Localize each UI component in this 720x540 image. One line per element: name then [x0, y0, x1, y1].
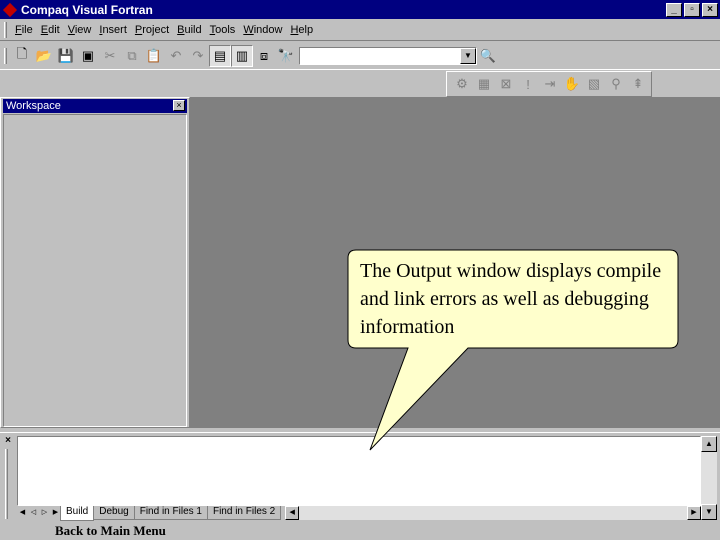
output-toggle-icon[interactable]: ▥: [231, 44, 253, 67]
find-combo[interactable]: ▼: [299, 46, 477, 65]
save-all-icon[interactable]: ▣: [77, 45, 99, 67]
workspace-body[interactable]: [3, 114, 187, 427]
paste-icon[interactable]: 📋: [143, 45, 165, 67]
find-icon[interactable]: 🔍: [477, 45, 499, 67]
tab-prev-icon[interactable]: ◁: [28, 506, 39, 520]
workspace-title: Workspace: [6, 100, 61, 112]
chevron-down-icon[interactable]: ▼: [460, 47, 476, 64]
find-in-files-icon[interactable]: 🔭: [275, 45, 297, 67]
tab-find-in-files-1[interactable]: Find in Files 1: [133, 506, 208, 520]
menu-edit[interactable]: Edit: [37, 24, 64, 36]
workspace-toggle-icon[interactable]: ▤: [209, 44, 231, 67]
standard-toolbar: 🗋 📂 💾 ▣ ✂ ⧉ 📋 ↶ ↷ ▤ ▥ ⧈ 🔭 ▼ 🔍: [0, 42, 720, 70]
workspace-pane: Workspace ×: [0, 97, 190, 428]
tab-first-icon[interactable]: ◀: [17, 506, 28, 520]
callout-text: The Output window displays compile and l…: [360, 260, 662, 338]
copy-icon[interactable]: ⧉: [121, 45, 143, 67]
toolbar-grip[interactable]: [4, 47, 7, 64]
scroll-left-icon[interactable]: ◀: [285, 506, 300, 520]
output-grip[interactable]: [5, 449, 8, 519]
menu-bar: File Edit View Insert Project Build Tool…: [0, 19, 720, 41]
menu-file[interactable]: File: [11, 24, 37, 36]
window-controls: _ ▫ ×: [664, 2, 718, 17]
tab-build[interactable]: Build: [60, 506, 95, 521]
undo-icon[interactable]: ↶: [165, 45, 187, 67]
compile-icon[interactable]: ⚙: [451, 73, 473, 95]
scroll-right-icon[interactable]: ▶: [687, 506, 701, 520]
scroll-track[interactable]: [299, 506, 687, 520]
fortran-icon[interactable]: ▧: [583, 73, 605, 95]
menu-insert[interactable]: Insert: [95, 24, 131, 36]
menu-tools[interactable]: Tools: [206, 24, 240, 36]
restore-button[interactable]: ▫: [684, 2, 700, 17]
output-tab-row: ◀ ◁ ▷ ▶ Build Debug Find in Files 1 Find…: [17, 506, 701, 522]
menubar-grip[interactable]: [4, 21, 7, 38]
output-horizontal-scrollbar[interactable]: ◀ ▶: [285, 506, 701, 520]
tab-find-in-files-2[interactable]: Find in Files 2: [206, 506, 282, 520]
close-button[interactable]: ×: [702, 2, 718, 17]
scroll-up-icon[interactable]: ▲: [701, 436, 717, 452]
menu-project[interactable]: Project: [131, 24, 173, 36]
tab-next-icon[interactable]: ▷: [39, 506, 50, 520]
output-close-icon[interactable]: ×: [2, 435, 14, 446]
execute-icon[interactable]: !: [517, 73, 539, 95]
window-title: Compaq Visual Fortran: [21, 2, 153, 17]
save-icon[interactable]: 💾: [55, 45, 77, 67]
debug-icon[interactable]: ⚲: [605, 73, 627, 95]
menu-view[interactable]: View: [64, 24, 96, 36]
workspace-title-bar[interactable]: Workspace ×: [3, 99, 187, 113]
go-icon[interactable]: ⇥: [539, 73, 561, 95]
stop-build-icon[interactable]: ⊠: [495, 73, 517, 95]
open-folder-icon[interactable]: 📂: [33, 45, 55, 67]
new-file-icon[interactable]: 🗋: [11, 45, 33, 67]
app-icon[interactable]: [3, 3, 17, 17]
window-list-icon[interactable]: ⧈: [253, 45, 275, 67]
menu-build[interactable]: Build: [173, 24, 205, 36]
cut-icon[interactable]: ✂: [99, 45, 121, 67]
scroll-down-icon[interactable]: ▼: [701, 504, 717, 520]
back-to-main-menu-link[interactable]: Back to Main Menu: [55, 523, 166, 539]
build-icon[interactable]: ▦: [473, 73, 495, 95]
workspace-close-icon[interactable]: ×: [173, 100, 185, 111]
title-bar[interactable]: Compaq Visual Fortran _ ▫ ×: [0, 0, 720, 19]
build-toolbar: ⚙ ▦ ⊠ ! ⇥ ✋ ▧ ⚲ ⇞: [446, 71, 652, 97]
minimize-button[interactable]: _: [666, 2, 682, 17]
output-vertical-scrollbar[interactable]: ▲ ▼: [701, 436, 717, 520]
menu-help[interactable]: Help: [286, 24, 317, 36]
tab-debug[interactable]: Debug: [93, 506, 135, 520]
redo-icon[interactable]: ↷: [187, 45, 209, 67]
pin-icon[interactable]: ⇞: [627, 73, 649, 95]
breakpoint-icon[interactable]: ✋: [561, 73, 583, 95]
menu-window[interactable]: Window: [239, 24, 286, 36]
